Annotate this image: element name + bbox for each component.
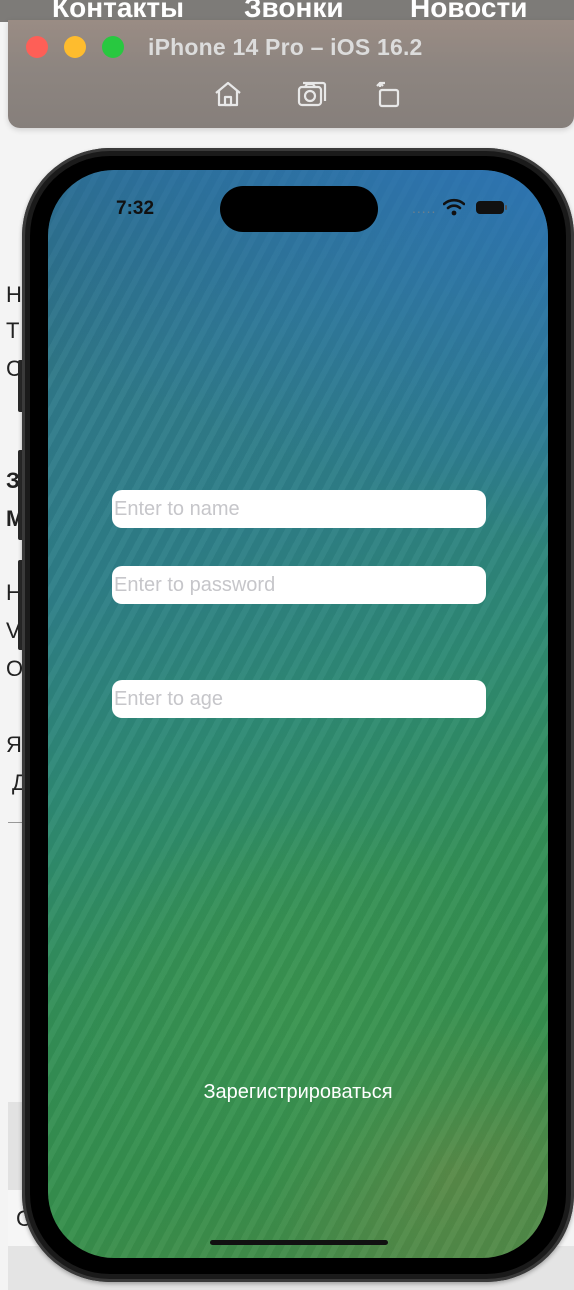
simulator-title: iPhone 14 Pro – iOS 16.2 (148, 34, 423, 60)
background-text: Я (6, 732, 22, 757)
iphone-device-frame: 7:32 ..... Зарегистрироваться (22, 148, 574, 1282)
screenshot-icon[interactable] (296, 78, 328, 110)
background-text: Т (6, 318, 20, 343)
minimize-window-button[interactable] (64, 36, 86, 58)
status-time: 7:32 (116, 198, 155, 219)
dynamic-island (220, 186, 378, 232)
simulator-titlebar: iPhone 14 Pro – iOS 16.2 (8, 20, 574, 128)
zoom-window-button[interactable] (102, 36, 124, 58)
name-input[interactable] (112, 490, 486, 528)
password-input[interactable] (112, 566, 486, 604)
rotate-icon[interactable] (372, 78, 404, 110)
background-tab-bar: Контакты Звонки Новости (0, 0, 574, 22)
cellular-signal-icon: ..... (412, 200, 437, 216)
background-tab-calls[interactable]: Звонки (244, 0, 344, 22)
home-indicator[interactable] (210, 1240, 388, 1245)
home-icon[interactable] (212, 78, 244, 110)
close-window-button[interactable] (26, 36, 48, 58)
wifi-icon (443, 198, 465, 216)
background-tab-news[interactable]: Новости (410, 0, 527, 22)
background-text: О (6, 656, 24, 681)
background-tab-contacts[interactable]: Контакты (52, 0, 184, 22)
register-button[interactable]: Зарегистрироваться (158, 1074, 438, 1110)
battery-icon (476, 201, 507, 214)
background-text: Н (6, 282, 22, 307)
age-input[interactable] (112, 680, 486, 718)
app-screen: 7:32 ..... Зарегистрироваться (48, 170, 548, 1258)
